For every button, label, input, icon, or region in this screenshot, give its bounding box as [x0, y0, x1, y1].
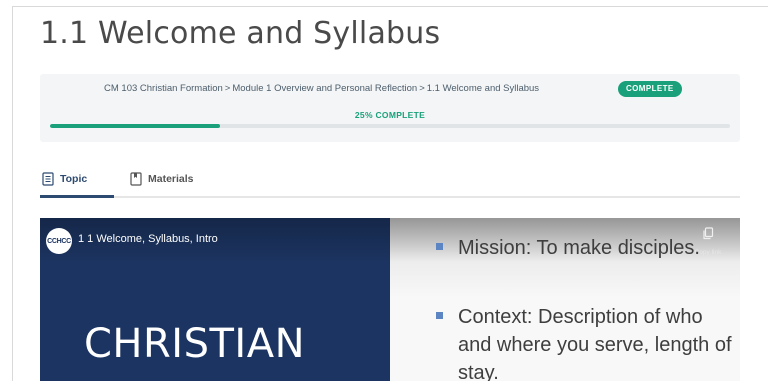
frame-border: [12, 6, 768, 7]
progress-bar-fill: [50, 124, 220, 128]
slide-bullet: Mission: To make disciples.: [436, 234, 736, 262]
slide-bullet-text: Context: Description of who and where yo…: [458, 306, 732, 381]
tab-active-indicator: [40, 195, 114, 198]
breadcrumb: CM 103 Christian Formation > Module 1 Over…: [104, 83, 539, 94]
bullet-marker: [436, 312, 443, 319]
status-badge: COMPLETE: [618, 81, 682, 97]
breadcrumb-topic: 1.1 Welcome and Syllabus: [426, 83, 540, 94]
breadcrumb-module[interactable]: Module 1 Overview and Personal Reflectio…: [232, 83, 417, 94]
progress-panel: CM 103 Christian Formation > Module 1 Over…: [40, 74, 740, 142]
page-title: 1.1 Welcome and Syllabus: [40, 16, 441, 51]
topic-tabs: Topic Materials: [40, 160, 740, 198]
video-title[interactable]: 1 1 Welcome, Syllabus, Intro: [78, 233, 218, 245]
slide-bullet-text: Mission: To make disciples.: [458, 237, 700, 259]
tab-materials-label: Materials: [148, 173, 194, 185]
slide-heading: CHRISTIAN: [84, 321, 306, 367]
frame-border: [12, 6, 13, 381]
video-player[interactable]: CCHCC 1 1 Welcome, Syllabus, Intro Copy …: [40, 218, 740, 381]
bookmark-icon: [130, 172, 142, 186]
tab-materials[interactable]: Materials: [130, 160, 194, 198]
progress-bar: [50, 124, 730, 128]
tab-topic[interactable]: Topic: [40, 160, 114, 198]
slide-bullet: Context: Description of who and where yo…: [436, 303, 736, 381]
breadcrumb-separator: >: [419, 83, 425, 94]
progress-percent-label: 25% COMPLETE: [354, 110, 426, 120]
tab-topic-label: Topic: [60, 173, 88, 185]
breadcrumb-separator: >: [224, 83, 231, 94]
channel-avatar[interactable]: CCHCC: [46, 228, 72, 254]
document-icon: [42, 172, 54, 186]
breadcrumb-course[interactable]: CM 103 Christian Formation: [104, 83, 223, 94]
bullet-marker: [436, 243, 443, 250]
